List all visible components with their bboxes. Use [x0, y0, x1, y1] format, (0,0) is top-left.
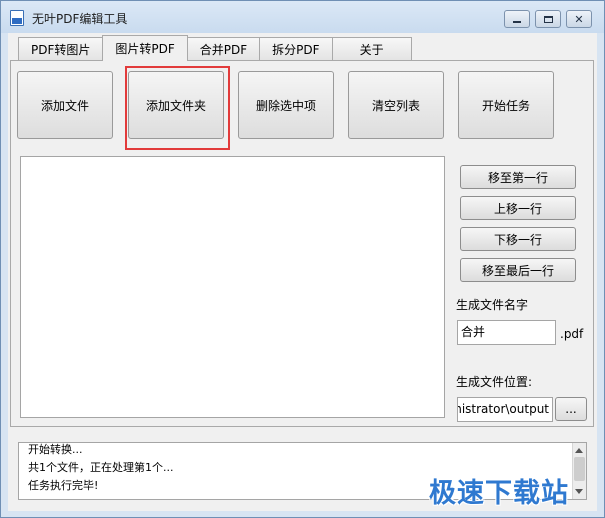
- tab-image-to-pdf[interactable]: 图片转PDF: [102, 35, 188, 61]
- file-list[interactable]: [20, 156, 445, 418]
- main-client-area: PDF转图片 图片转PDF 合并PDF 拆分PDF 关于 添加文件 添加文件夹 …: [8, 33, 597, 511]
- output-location-input[interactable]: ministrator\output: [457, 397, 553, 422]
- window-title: 无叶PDF编辑工具: [32, 12, 128, 26]
- tab-strip: PDF转图片 图片转PDF 合并PDF 拆分PDF 关于: [18, 35, 412, 61]
- add-file-button[interactable]: 添加文件: [17, 71, 113, 139]
- tab-about[interactable]: 关于: [331, 37, 412, 61]
- close-button[interactable]: ✕: [566, 10, 592, 28]
- move-to-bottom-button[interactable]: 移至最后一行: [460, 258, 576, 282]
- browse-button[interactable]: ...: [555, 397, 587, 421]
- delete-selected-button[interactable]: 删除选中项: [238, 71, 334, 139]
- move-to-top-button[interactable]: 移至第一行: [460, 165, 576, 189]
- pdf-app-icon: [10, 10, 24, 26]
- move-up-button[interactable]: 上移一行: [460, 196, 576, 220]
- output-location-label: 生成文件位置:: [456, 375, 533, 389]
- scroll-thumb[interactable]: [574, 457, 585, 481]
- log-line: 共1个文件，正在处理第1个...: [28, 461, 174, 474]
- tab-split-pdf[interactable]: 拆分PDF: [259, 37, 333, 61]
- tab-pdf-to-image[interactable]: PDF转图片: [18, 37, 104, 61]
- maximize-icon: [543, 15, 553, 23]
- log-scrollbar[interactable]: [572, 443, 586, 499]
- clear-list-button[interactable]: 清空列表: [348, 71, 444, 139]
- minimize-icon: [513, 20, 521, 23]
- output-location-value: ministrator\output: [458, 402, 549, 416]
- title-bar[interactable]: 无叶PDF编辑工具 ✕: [1, 1, 604, 33]
- site-watermark: 极速下载站: [429, 478, 569, 509]
- start-task-button[interactable]: 开始任务: [458, 71, 554, 139]
- log-line: 任务执行完毕!: [28, 479, 99, 492]
- maximize-button[interactable]: [535, 10, 561, 28]
- move-down-button[interactable]: 下移一行: [460, 227, 576, 251]
- scroll-up-icon[interactable]: [575, 448, 583, 453]
- scroll-down-icon[interactable]: [575, 489, 583, 494]
- tab-merge-pdf[interactable]: 合并PDF: [186, 37, 261, 61]
- minimize-button[interactable]: [504, 10, 530, 28]
- log-line: 开始转换...: [28, 443, 83, 456]
- close-icon: ✕: [574, 12, 584, 26]
- output-name-input[interactable]: 合并: [457, 320, 556, 345]
- output-name-label: 生成文件名字: [456, 298, 529, 312]
- pdf-suffix-label: .pdf: [560, 327, 584, 341]
- add-folder-button[interactable]: 添加文件夹: [128, 71, 224, 139]
- app-window: 无叶PDF编辑工具 ✕ PDF转图片 图片转PDF 合并PDF 拆分PDF 关于…: [0, 0, 605, 518]
- image-to-pdf-panel: 添加文件 添加文件夹 删除选中项 清空列表 开始任务 移至第一行 上移一行 下移…: [10, 60, 594, 427]
